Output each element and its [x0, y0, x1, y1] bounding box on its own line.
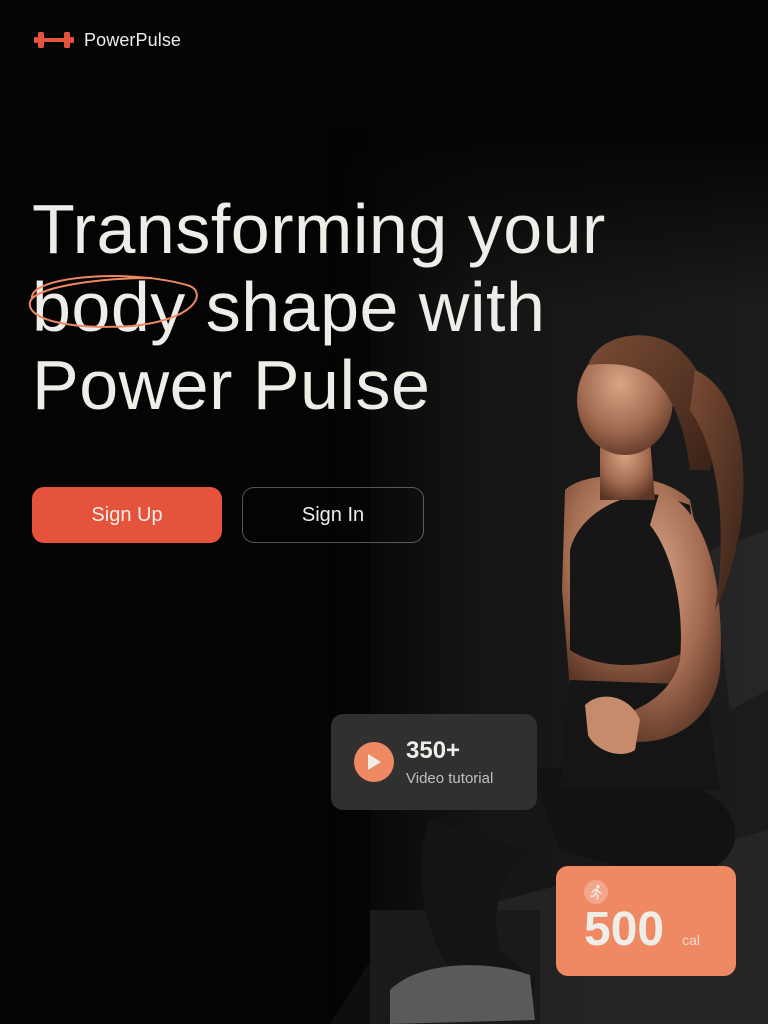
dumbbell-icon	[34, 32, 74, 48]
headline-line-3: Power Pulse	[32, 346, 431, 424]
running-icon	[584, 880, 608, 904]
landing-page: PowerPulse Transforming your body shape …	[0, 0, 768, 1024]
sign-up-button[interactable]: Sign Up	[32, 487, 222, 543]
video-label: Video tutorial	[406, 769, 494, 787]
calories-row: 500 cal	[584, 906, 736, 954]
brand-logo[interactable]: PowerPulse	[32, 28, 181, 52]
video-stat-text: 350+ Video tutorial	[406, 736, 494, 787]
highlight-word: body	[32, 268, 186, 346]
headline-line-2-rest: shape with	[205, 268, 546, 346]
sign-in-button[interactable]: Sign In	[242, 487, 424, 543]
headline-line-2: body shape with	[28, 268, 672, 346]
video-tutorial-card: 350+ Video tutorial	[331, 714, 537, 810]
headline-line-1: Transforming your	[32, 190, 606, 268]
highlight-word-wrap: body	[28, 268, 198, 346]
hero-headline: Transforming your body shape with Power …	[28, 190, 672, 424]
brand-name: PowerPulse	[84, 29, 182, 50]
calories-unit: cal	[682, 932, 700, 948]
play-icon[interactable]	[354, 742, 394, 782]
calories-card: 500 cal	[556, 866, 736, 976]
calories-value: 500	[584, 903, 665, 956]
video-count: 350+	[406, 736, 461, 764]
